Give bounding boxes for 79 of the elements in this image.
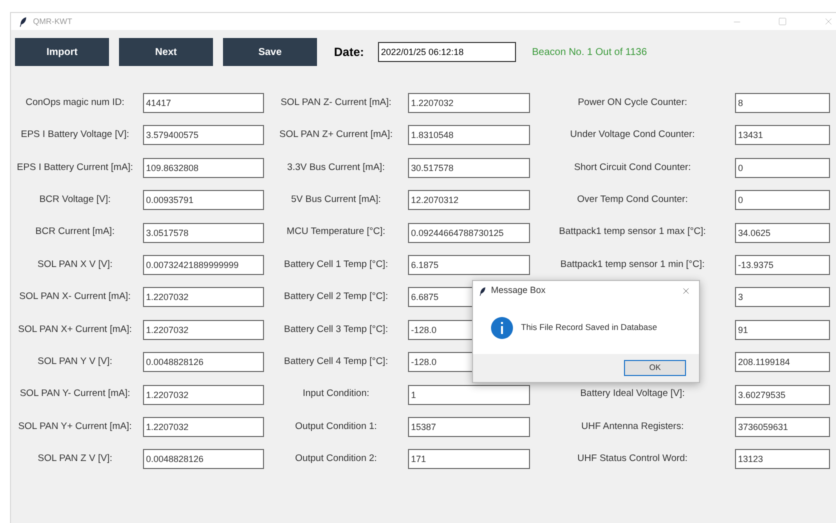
feather-icon — [19, 16, 27, 26]
field-label: Under Voltage Cond Counter: — [570, 128, 695, 142]
field-label: Battery Cell 1 Temp [°C]: — [284, 258, 388, 272]
value-field[interactable]: 91 — [735, 320, 830, 340]
field-label: SOL PAN Y+ Current [mA]: — [18, 420, 132, 434]
field-label: SOL PAN X V [V]: — [38, 258, 112, 272]
field-label: 5V Bus Current [mA]: — [291, 193, 381, 208]
field-label: UHF Status Control Word: — [577, 452, 688, 466]
toolbar-button[interactable]: Import — [15, 38, 109, 66]
beacon-status: Beacon No. 1 Out of 1136 — [532, 46, 647, 60]
value-field[interactable]: 3 — [735, 287, 830, 308]
maximize-icon[interactable] — [778, 17, 787, 26]
value-field[interactable]: 0 — [735, 158, 830, 178]
field-label: Battpack1 temp sensor 1 max [°C]: — [559, 225, 706, 240]
field-label: Battery Cell 4 Temp [°C]: — [284, 355, 388, 369]
value-field[interactable]: 208.1199184 — [735, 352, 830, 372]
value-field[interactable]: 109.8632808 — [143, 158, 264, 178]
field-label: BCR Voltage [V]: — [39, 193, 111, 208]
value-field[interactable]: 1.2207032 — [143, 416, 264, 437]
window-title: QMR-KWT — [33, 16, 72, 28]
value-field[interactable]: 13431 — [735, 125, 830, 146]
toolbar-button[interactable]: Save — [223, 38, 317, 66]
field-label: SOL PAN X- Current [mA]: — [19, 290, 131, 304]
date-label: Date: — [334, 44, 364, 61]
field-label: SOL PAN Z V [V]: — [38, 452, 112, 466]
field-label: BCR Current [mA]: — [35, 225, 115, 240]
value-field[interactable]: 0.0048828126 — [143, 352, 264, 372]
value-field[interactable]: 0.00732421889999999 — [143, 254, 264, 275]
field-label: Output Condition 1: — [295, 420, 377, 434]
value-field[interactable]: 171 — [408, 449, 530, 470]
field-label: SOL PAN Y- Current [mA]: — [20, 387, 130, 402]
value-field[interactable]: 6.1875 — [408, 254, 530, 275]
value-field[interactable]: 3.579400575 — [143, 125, 264, 146]
value-field[interactable]: -13.9375 — [735, 254, 830, 275]
value-field[interactable]: 3.60279535 — [735, 384, 830, 405]
value-field[interactable]: 0.00935791 — [143, 190, 264, 210]
value-field[interactable]: 8 — [735, 93, 830, 113]
value-field[interactable]: 3.0517578 — [143, 222, 264, 243]
close-icon[interactable] — [681, 286, 691, 296]
field-label: SOL PAN Z- Current [mA]: — [280, 96, 392, 110]
value-field[interactable]: 12.2070312 — [408, 190, 530, 210]
field-label: SOL PAN X+ Current [mA]: — [18, 322, 132, 337]
value-field[interactable]: 3736059631 — [735, 416, 830, 437]
field-label: 3.3V Bus Current [mA]: — [287, 160, 385, 175]
value-field[interactable]: 1.2207032 — [143, 384, 264, 405]
field-label: Battpack1 temp sensor 1 min [°C]: — [560, 258, 705, 272]
field-label: ConOps magic num ID: — [26, 96, 124, 110]
field-label: Input Condition: — [302, 387, 370, 402]
feather-icon — [479, 286, 486, 296]
field-label: UHF Antenna Registers: — [581, 420, 684, 434]
ok-button[interactable]: OK — [624, 360, 686, 376]
value-field[interactable]: 0.09244664788730125 — [408, 222, 530, 243]
field-label: SOL PAN Y V [V]: — [38, 355, 112, 369]
value-field[interactable]: 1 — [408, 384, 530, 405]
value-field[interactable]: 30.517578 — [408, 158, 530, 178]
value-field[interactable]: 0.0048828126 — [143, 449, 264, 470]
value-field[interactable]: 0 — [735, 190, 830, 210]
field-label: Battery Ideal Voltage [V]: — [580, 387, 685, 402]
value-field[interactable]: 1.2207032 — [143, 320, 264, 340]
value-field[interactable]: 1.2207032 — [143, 287, 264, 308]
field-label: EPS I Battery Current [mA]: — [16, 160, 134, 175]
date-field[interactable]: 2022/01/25 06:12:18 — [378, 42, 516, 62]
field-label: MCU Temperature [°C]: — [286, 225, 386, 240]
toolbar-button[interactable]: Next — [119, 38, 213, 66]
field-label: SOL PAN Z+ Current [mA]: — [279, 128, 393, 142]
value-field[interactable]: 1.8310548 — [408, 125, 530, 146]
value-field[interactable]: 1.2207032 — [408, 93, 530, 113]
field-label: Over Temp Cond Counter: — [577, 193, 688, 208]
field-label: Battery Cell 2 Temp [°C]: — [284, 290, 388, 304]
field-label: Short Circuit Cond Counter: — [574, 160, 691, 175]
field-label: Power ON Cycle Counter: — [578, 96, 688, 110]
info-icon — [491, 316, 513, 338]
value-field[interactable]: 15387 — [408, 416, 530, 437]
field-label: Output Condition 2: — [295, 452, 377, 466]
value-field[interactable]: 13123 — [735, 449, 830, 470]
field-label: Battery Cell 3 Temp [°C]: — [284, 322, 388, 337]
field-label: EPS I Battery Voltage [V]: — [20, 128, 130, 142]
value-field[interactable]: 34.0625 — [735, 222, 830, 243]
value-field[interactable]: 41417 — [143, 93, 264, 113]
